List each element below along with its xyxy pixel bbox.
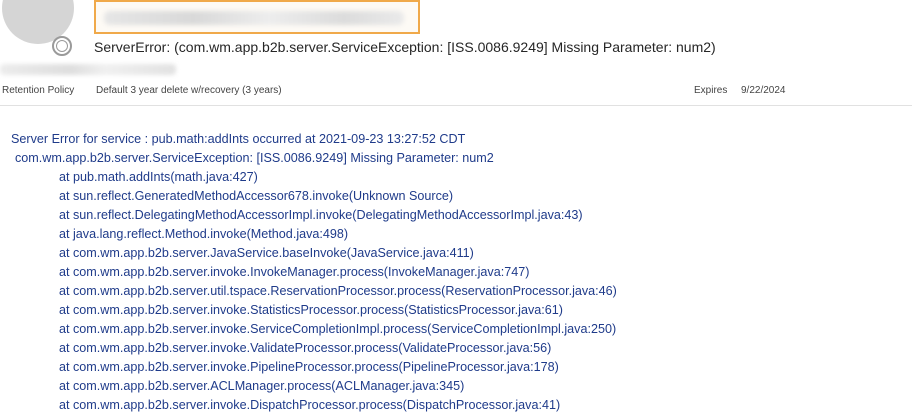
presence-status-icon bbox=[52, 36, 72, 56]
exception-line: com.wm.app.b2b.server.ServiceException: … bbox=[15, 151, 494, 165]
stack-trace-line: at java.lang.reflect.Method.invoke(Metho… bbox=[59, 227, 349, 241]
stack-trace-line: at com.wm.app.b2b.server.ACLManager.proc… bbox=[59, 379, 465, 393]
stack-trace-line: at com.wm.app.b2b.server.invoke.Statisti… bbox=[59, 303, 563, 317]
header-divider bbox=[0, 105, 912, 106]
message-subject: ServerError: (com.wm.app.b2b.server.Serv… bbox=[94, 39, 716, 55]
error-summary-line: Server Error for service : pub.math:addI… bbox=[11, 132, 466, 146]
stack-trace-line: at pub.math.addInts(math.java:427) bbox=[59, 170, 258, 184]
redacted-sender-name bbox=[104, 11, 404, 25]
retention-policy-bar: Retention Policy Default 3 year delete w… bbox=[0, 84, 912, 104]
stack-trace-line: at com.wm.app.b2b.server.invoke.InvokeMa… bbox=[59, 265, 530, 279]
sender-name-field[interactable] bbox=[94, 0, 420, 34]
expires-label: Expires bbox=[694, 85, 728, 96]
stack-trace-line: at com.wm.app.b2b.server.invoke.Validate… bbox=[59, 341, 552, 355]
retention-policy-label: Retention Policy bbox=[2, 85, 75, 96]
stack-trace-line: at com.wm.app.b2b.server.invoke.Dispatch… bbox=[59, 398, 561, 412]
stack-trace-line: at com.wm.app.b2b.server.invoke.ServiceC… bbox=[59, 322, 617, 336]
stack-trace-line: at sun.reflect.GeneratedMethodAccessor67… bbox=[59, 189, 454, 203]
stack-trace-line: at sun.reflect.DelegatingMethodAccessorI… bbox=[59, 208, 583, 222]
retention-policy-value: Default 3 year delete w/recovery (3 year… bbox=[96, 85, 282, 96]
redacted-recipient-line bbox=[0, 64, 176, 75]
stack-trace-line: at com.wm.app.b2b.server.invoke.Pipeline… bbox=[59, 360, 559, 374]
expires-value: 9/22/2024 bbox=[741, 85, 786, 96]
stack-trace-line: at com.wm.app.b2b.server.JavaService.bas… bbox=[59, 246, 474, 260]
stack-trace-line: at com.wm.app.b2b.server.util.tspace.Res… bbox=[59, 284, 617, 298]
